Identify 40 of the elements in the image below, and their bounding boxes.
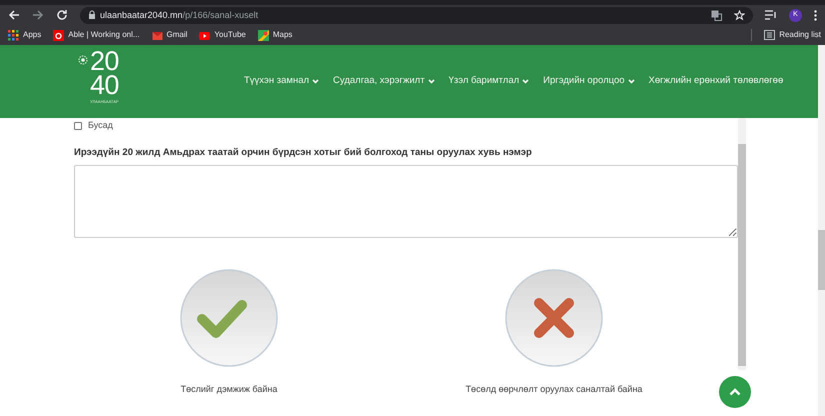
bookmark-link[interactable]: Gmail xyxy=(166,29,188,41)
vote-label: Төсөлд өөрчлөлт оруулах саналтай байна xyxy=(466,383,642,396)
nav-link[interactable]: Хөгжлийн ерөнхий төлөвлөгөө xyxy=(648,74,784,89)
address-bar[interactable]: ulaanbaatar2040.mn/p/166/sanal-xuselt xyxy=(80,6,753,24)
scrollbar[interactable] xyxy=(738,118,746,370)
chevron-up-icon xyxy=(729,388,741,396)
reload-icon[interactable] xyxy=(56,9,68,21)
grid-icon xyxy=(8,30,19,40)
scroll-top-button[interactable] xyxy=(719,376,751,408)
reading-list-button[interactable]: Reading list xyxy=(779,29,821,41)
back-icon[interactable] xyxy=(8,9,20,21)
map-icon xyxy=(258,30,269,40)
envelope-icon xyxy=(152,30,163,40)
bookmark-link[interactable]: Maps xyxy=(272,29,292,41)
lock-icon xyxy=(88,10,96,20)
forward-icon[interactable] xyxy=(32,9,44,21)
bookmark-link[interactable]: YouTube xyxy=(214,29,246,41)
more-icon[interactable] xyxy=(814,10,817,20)
bookmark-link[interactable]: Apps xyxy=(23,29,42,41)
star-icon[interactable] xyxy=(734,10,745,20)
option-label: Бусад xyxy=(88,119,113,132)
logo-text: 40 xyxy=(90,72,119,96)
nav-link[interactable]: Үзэл баримтлал xyxy=(448,74,520,89)
bookmark-link[interactable]: Able | Working onl... xyxy=(68,29,140,41)
cross-button[interactable] xyxy=(504,268,604,368)
vote-label: Төслийг дэмжиж байна xyxy=(180,383,278,396)
emblem-icon xyxy=(78,54,88,64)
translate-icon[interactable] xyxy=(711,10,722,20)
play-icon xyxy=(199,30,210,40)
scrollbar[interactable] xyxy=(818,45,825,416)
question-label: Ирээдүйн 20 жилд Амьдрах таатай орчин бүрдсэн хотыг бий болгоход таны оруулах хувь нэмэр xyxy=(74,146,533,160)
nav-link[interactable]: Иргэдийн оролцоо xyxy=(543,74,625,89)
checkbox[interactable] xyxy=(74,122,82,130)
url-text: ulaanbaatar2040.mn/p/166/sanal-xuselt xyxy=(100,10,258,20)
check-button[interactable] xyxy=(179,268,279,368)
reading-list-icon xyxy=(764,30,776,40)
nav-link[interactable]: Судалгаа, хэрэгжилт xyxy=(333,74,425,89)
logo-text: 20 xyxy=(90,48,119,72)
nav-link[interactable]: Түүхэн замнал xyxy=(244,74,310,89)
media-icon[interactable] xyxy=(765,10,777,20)
